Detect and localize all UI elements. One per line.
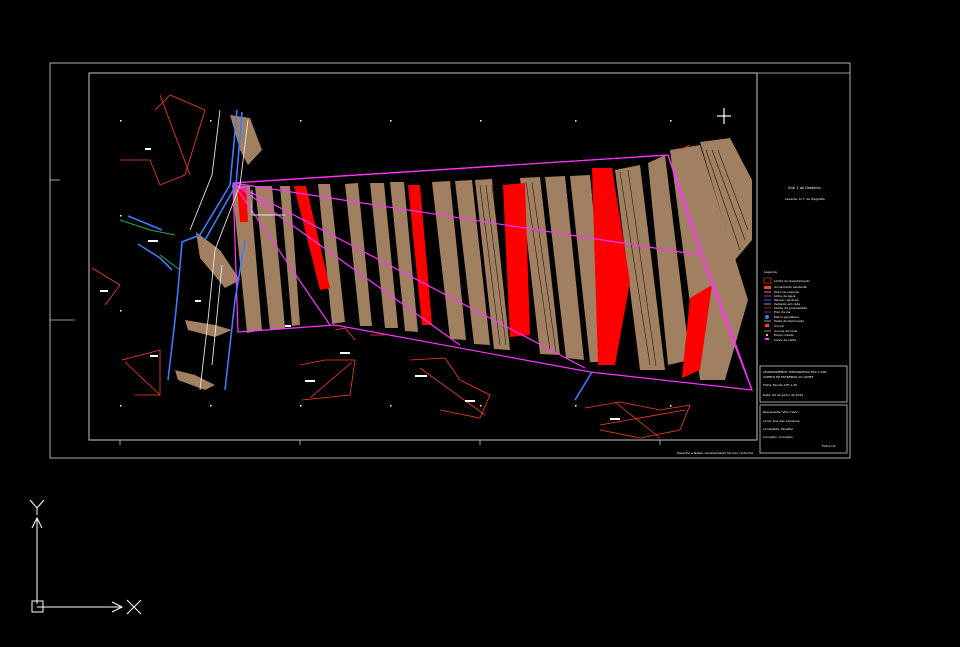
main-title: LEVANTAMENTO TOPOGRAFICO ESC 1:200 — [763, 370, 827, 374]
north-arrow-icon — [717, 108, 731, 124]
footnote: Desenho e Notas: Levantamento técnico co… — [677, 451, 753, 455]
main-title-2: ACERTO DE ESTREMAS AO LIMITE — [763, 375, 813, 379]
legend-item: Arruamento existente — [774, 285, 807, 289]
project-title: Scal 1 do Desenho — [788, 186, 821, 190]
scale-note: Folha: Escala 1/Ft 1.25 — [763, 383, 797, 387]
sheet-number: Folha 1/1 — [822, 444, 836, 448]
county: Concelho: Concelho — [763, 435, 793, 439]
parish: Localidade: Penafiel — [763, 427, 793, 431]
ucs-y-label — [29, 499, 38, 509]
owner: Requerente: Vítor Henri — [763, 410, 799, 414]
legend-symbols — [763, 277, 772, 340]
legend-heading: Legenda — [764, 270, 777, 274]
legend-item: Árvore — [774, 323, 784, 328]
location: Local: Rua das Carolinas — [763, 419, 800, 423]
green-line — [119, 219, 181, 271]
ucs-icon — [29, 499, 142, 615]
legend-item: Ponto cotado — [774, 333, 794, 337]
project-subtitle: Levanta. to T. de Topgrafia — [785, 197, 825, 201]
date-note: Data: 00 de Junho de 2012 — [763, 393, 803, 397]
legend-item: Eixo da via — [774, 310, 791, 314]
legend-item: Poste de iluminação — [774, 319, 804, 323]
legend-item: Caixa de visita — [774, 338, 796, 342]
cad-model-space[interactable]: Scal 1 do Desenho Levanta. to T. de Topg… — [0, 0, 960, 647]
legend-item: Limite do levantamento — [774, 279, 810, 283]
